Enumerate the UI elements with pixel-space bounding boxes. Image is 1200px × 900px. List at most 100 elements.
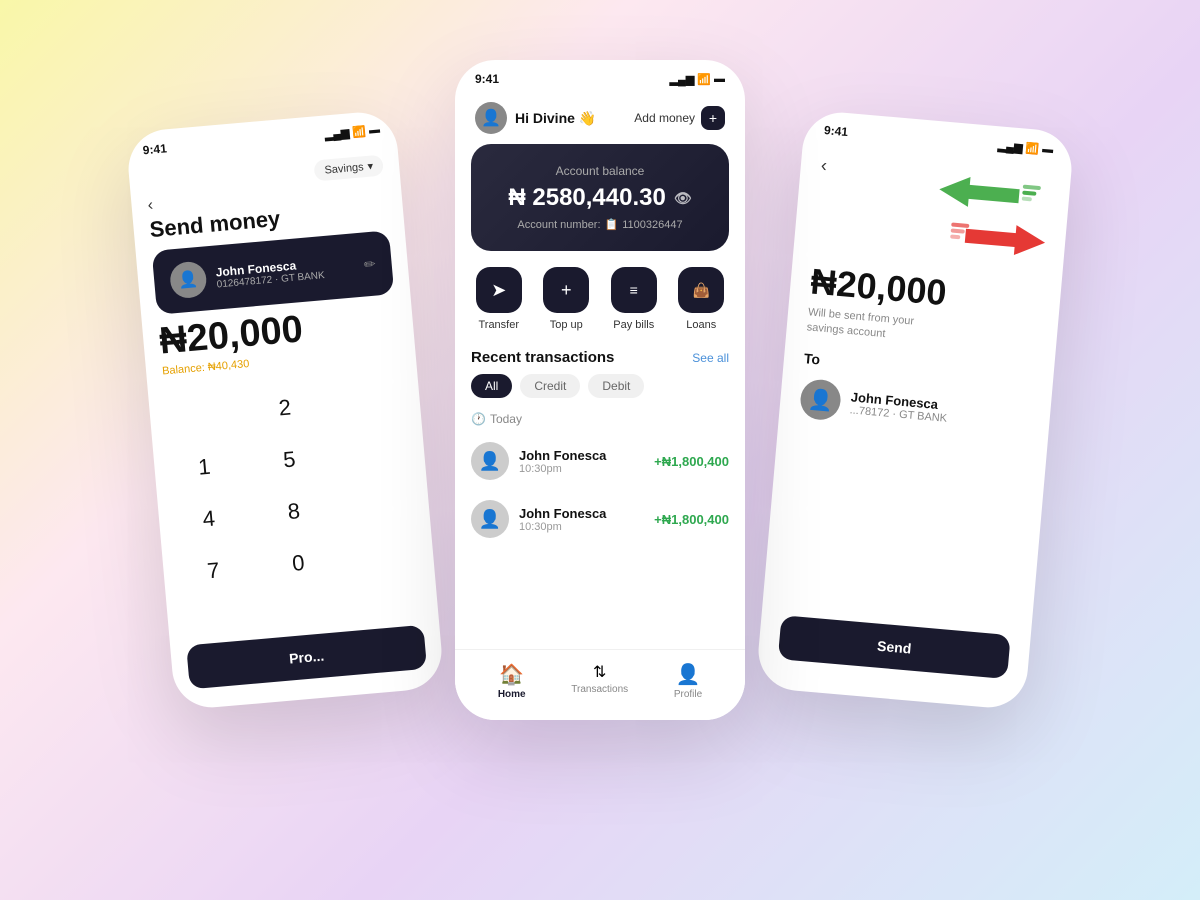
tx-avatar-2: 👤 (471, 500, 509, 538)
tx-name-2: John Fonesca (519, 506, 644, 521)
transaction-row-2[interactable]: 👤 John Fonesca 10:30pm +₦1,800,400 (455, 490, 745, 548)
profile-icon: 👤 (676, 662, 701, 687)
nav-home[interactable]: 🏠 Home (498, 662, 526, 700)
today-label: 🕐 Today (455, 408, 745, 432)
right-contact-info: John Fonesca ...78172 · GT BANK (849, 389, 949, 424)
key-7[interactable]: 4 (167, 493, 250, 546)
send-button[interactable]: Send (778, 615, 1011, 679)
see-all-button[interactable]: See all (692, 351, 729, 365)
tx-time-2: 10:30pm (519, 521, 644, 533)
nav-home-label: Home (498, 689, 526, 700)
account-number-row: Account number: 📋 1100326447 (491, 218, 709, 231)
key-0[interactable]: 0 (257, 537, 340, 590)
left-status-icons: ▂▄▆ 📶 ▬ (324, 123, 380, 141)
key-hash[interactable] (342, 530, 425, 583)
edit-icon[interactable]: ✏ (363, 255, 376, 273)
wifi-icon: 📶 (352, 124, 367, 138)
transfer-icon: ➤ (476, 267, 522, 313)
left-back-button[interactable]: ‹ (147, 197, 154, 215)
filter-debit[interactable]: Debit (588, 374, 644, 398)
send-amount: ₦20,000 (158, 308, 305, 363)
loans-label: Loans (686, 319, 716, 331)
user-avatar: 👤 (475, 102, 507, 134)
right-to-label: To (803, 350, 820, 367)
loans-button[interactable]: 👜 Loans (678, 267, 724, 331)
key-6[interactable] (333, 426, 416, 479)
greeting-text: Hi Divine 👋 (515, 110, 596, 127)
account-number-value: 1100326447 (622, 219, 682, 231)
transaction-row-1[interactable]: 👤 John Fonesca 10:30pm +₦1,800,400 (455, 432, 745, 490)
chevron-down-icon: ▾ (367, 159, 374, 172)
transfer-label: Transfer (478, 319, 519, 331)
send-money-title: Send money (149, 206, 282, 243)
proceed-button[interactable]: Pro... (186, 625, 427, 690)
topup-icon: + (543, 267, 589, 313)
filter-all[interactable]: All (471, 374, 512, 398)
paybills-icon: ≡ (611, 267, 657, 313)
paybills-button[interactable]: ≡ Pay bills (611, 267, 657, 331)
contact-avatar: 👤 (169, 260, 208, 299)
phones-container: 9:41 ▂▄▆ 📶 ▬ Savings ▾ ‹ Send money 👤 Jo… (150, 60, 1050, 840)
nav-transactions[interactable]: ⇅ Transactions (571, 662, 628, 700)
center-header: 👤 Hi Divine 👋 Add money + (455, 94, 745, 144)
savings-label: Savings (324, 161, 364, 176)
key-star[interactable]: 7 (172, 544, 255, 597)
filter-credit[interactable]: Credit (520, 374, 580, 398)
tx-name-1: John Fonesca (519, 448, 644, 463)
wifi-icon: 📶 (697, 73, 711, 86)
left-time: 9:41 (142, 141, 167, 157)
copy-icon[interactable]: 📋 (605, 218, 619, 231)
wifi-icon: 📶 (1025, 141, 1040, 155)
nav-profile-label: Profile (674, 689, 702, 700)
nav-profile[interactable]: 👤 Profile (674, 662, 702, 700)
right-back-button[interactable]: ‹ (820, 155, 828, 176)
key-1[interactable] (158, 389, 241, 442)
signal-icon: ▂▄▆ (324, 126, 350, 141)
left-phone: 9:41 ▂▄▆ 📶 ▬ Savings ▾ ‹ Send money 👤 Jo… (125, 109, 445, 710)
contact-info: John Fonesca 0126478172 · GT BANK (215, 253, 355, 290)
key-9[interactable] (337, 478, 420, 531)
right-status-bar: 9:41 ▂▄▆ 📶 ▬ (803, 109, 1075, 166)
key-4[interactable]: 1 (163, 441, 246, 494)
right-time: 9:41 (823, 123, 848, 139)
center-phone: 9:41 ▂▄▆ 📶 ▬ 👤 Hi Divine 👋 Add money + A… (455, 60, 745, 720)
greeting-section: 👤 Hi Divine 👋 (475, 102, 596, 134)
key-2[interactable]: 2 (243, 382, 326, 435)
add-money-label: Add money (634, 111, 695, 125)
add-money-button[interactable]: Add money + (634, 106, 725, 130)
topup-button[interactable]: + Top up (543, 267, 589, 331)
clock-icon: 🕐 (471, 412, 486, 426)
account-number-label: Account number: (517, 219, 600, 231)
right-send-amount: ₦20,000 (809, 261, 948, 315)
right-contact-avatar: 👤 (799, 378, 842, 421)
savings-dropdown[interactable]: Savings ▾ (314, 155, 384, 182)
action-buttons: ➤ Transfer + Top up ≡ Pay bills 👜 Loans (455, 251, 745, 339)
battery-icon: ▬ (368, 124, 380, 137)
transactions-title: Recent transactions (471, 349, 614, 366)
eye-icon[interactable]: 👁 (674, 190, 692, 207)
key-5[interactable]: 5 (248, 433, 331, 486)
key-3[interactable] (328, 374, 411, 427)
tx-amount-1: +₦1,800,400 (654, 454, 729, 469)
keypad: 2 1 5 4 8 7 0 (148, 373, 435, 598)
tx-amount-2: +₦1,800,400 (654, 512, 729, 527)
battery-icon: ▬ (1042, 143, 1054, 156)
tx-info-1: John Fonesca 10:30pm (519, 448, 644, 475)
key-8[interactable]: 8 (252, 485, 335, 538)
transactions-header: Recent transactions See all (455, 339, 745, 374)
filter-tabs: All Credit Debit (455, 374, 745, 408)
paybills-label: Pay bills (613, 319, 654, 331)
right-contact-card: 👤 John Fonesca ...78172 · GT BANK (799, 378, 950, 431)
right-status-icons: ▂▄▆ 📶 ▬ (997, 139, 1053, 157)
contact-card[interactable]: 👤 John Fonesca 0126478172 · GT BANK ✏ (152, 230, 395, 314)
bottom-nav: 🏠 Home ⇅ Transactions 👤 Profile (455, 649, 745, 720)
transactions-icon: ⇅ (593, 662, 606, 682)
nav-transactions-label: Transactions (571, 684, 628, 695)
loans-icon: 👜 (678, 267, 724, 313)
balance-label: Account balance (491, 164, 709, 178)
center-status-bar: 9:41 ▂▄▆ 📶 ▬ (455, 60, 745, 94)
battery-icon: ▬ (714, 73, 725, 85)
transfer-arrows-illustration (933, 169, 1050, 268)
tx-avatar-1: 👤 (471, 442, 509, 480)
transfer-button[interactable]: ➤ Transfer (476, 267, 522, 331)
